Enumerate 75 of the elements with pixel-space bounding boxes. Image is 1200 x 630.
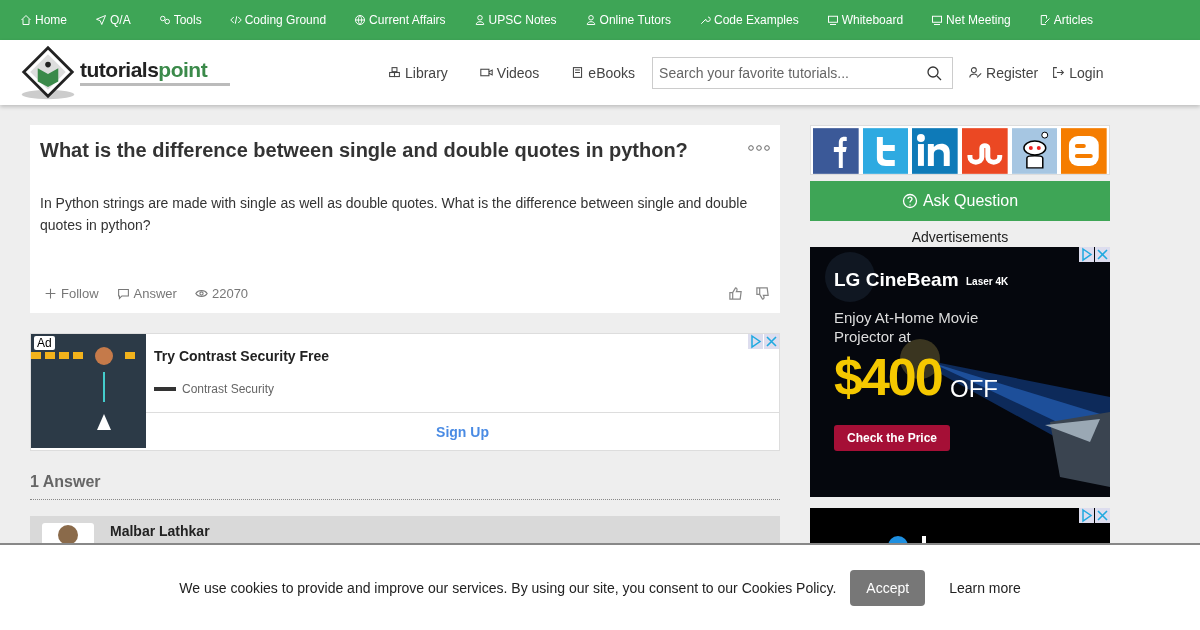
account-link[interactable]: Login xyxy=(1052,64,1104,81)
advertiser-logo-icon xyxy=(154,387,176,391)
logo-wordmark[interactable]: tutorialspoint xyxy=(80,58,230,82)
nav-link[interactable]: Current Affairs xyxy=(354,13,446,27)
pencil-icon xyxy=(1038,14,1051,26)
sign-up-link[interactable]: Sign Up xyxy=(146,413,779,450)
thumbs-up-icon xyxy=(728,286,743,301)
advertisements-label: Advertisements xyxy=(910,229,1010,245)
globe-icon xyxy=(354,14,367,26)
question-icon xyxy=(901,193,918,209)
header-link[interactable]: eBooks xyxy=(571,64,636,81)
nav-link[interactable]: Coding Ground xyxy=(229,13,327,27)
question-action[interactable]: Answer xyxy=(116,286,177,301)
ad-brand-subtitle: Laser 4K xyxy=(966,276,1009,287)
header-link[interactable]: Library xyxy=(388,64,448,81)
search-field[interactable]: Search your favorite tutorials... xyxy=(652,56,954,89)
view-count: 22070 xyxy=(194,286,249,301)
monitor-icon xyxy=(826,14,839,26)
check-price-button[interactable]: Check the Price xyxy=(834,425,951,451)
nav-link[interactable]: Whiteboard xyxy=(826,13,904,27)
nav-link[interactable]: Q/A xyxy=(95,13,131,27)
ad-info-icon[interactable] xyxy=(748,334,763,349)
ad-info-icon[interactable] xyxy=(1079,508,1094,523)
paper-plane-icon xyxy=(95,14,107,26)
more-icon[interactable] xyxy=(748,145,770,151)
person-icon xyxy=(584,14,597,26)
nav-link[interactable]: Home xyxy=(20,13,67,27)
thumbs-down-icon xyxy=(755,286,770,301)
person-icon xyxy=(473,14,486,26)
question-action[interactable]: Follow xyxy=(44,286,99,301)
question-body: In Python strings are made with single as well as double quotes. What is the difference between single and double quotes in python? xyxy=(40,194,749,235)
nav-link[interactable]: UPSC Notes xyxy=(473,13,557,27)
answers-heading: 1 Answer xyxy=(30,473,780,500)
facebook-icon[interactable] xyxy=(813,128,859,174)
close-icon[interactable] xyxy=(1095,247,1110,262)
advertiser-name: Contrast Security xyxy=(182,382,275,396)
ad-title[interactable]: Try Contrast Security Free xyxy=(154,348,771,364)
video-camera-icon xyxy=(479,66,493,79)
monitor-icon xyxy=(931,14,944,26)
home-icon xyxy=(20,14,32,26)
linkedin-icon[interactable] xyxy=(912,128,958,174)
user-pen-icon xyxy=(969,66,983,79)
reddit-icon[interactable] xyxy=(1011,128,1058,174)
stumbleupon-icon[interactable] xyxy=(962,128,1008,174)
ad-price-suffix: OFF xyxy=(950,375,998,403)
ad-tagline: Enjoy At-Home Movie Projector at xyxy=(834,308,980,346)
nav-link[interactable]: Online Tutors xyxy=(584,13,671,27)
header-link[interactable]: Videos xyxy=(479,64,540,81)
eye-icon xyxy=(194,287,208,300)
code-icon xyxy=(229,14,242,26)
ad-badge: Ad xyxy=(34,336,55,350)
cookie-message: We use cookies to provide and improve our services. By using our site, you consent to our Cookies Policy. xyxy=(179,579,837,596)
boxes-icon xyxy=(388,66,401,79)
accept-button[interactable]: Accept xyxy=(850,569,926,606)
author-name[interactable]: Malbar Lathkar xyxy=(110,523,210,539)
question-title: What is the difference between single and double quotes in python? xyxy=(40,139,688,162)
nav-link[interactable]: Net Meeting xyxy=(931,13,1011,27)
close-icon[interactable] xyxy=(764,334,779,349)
comment-icon xyxy=(116,287,130,300)
ad-brand: LG CineBeam xyxy=(834,269,959,291)
book-icon xyxy=(571,66,585,79)
nav-link[interactable]: Code Examples xyxy=(699,13,799,27)
nav-link[interactable]: Articles xyxy=(1038,13,1094,27)
ad-info-icon[interactable] xyxy=(1079,247,1094,262)
nav-link[interactable]: Tools xyxy=(158,13,202,27)
plus-icon xyxy=(44,287,57,300)
ask-question-button[interactable]: Ask Question xyxy=(810,181,1110,221)
ad-price: $400 xyxy=(834,347,942,407)
login-icon xyxy=(1052,66,1066,79)
learn-more-link[interactable]: Learn more xyxy=(949,579,1021,596)
search-icon xyxy=(926,64,943,81)
logo-icon[interactable] xyxy=(20,43,76,102)
close-icon[interactable] xyxy=(1095,508,1110,523)
account-link[interactable]: Register xyxy=(969,64,1039,81)
ad-banner[interactable]: LG CineBeam Laser 4K Enjoy At-Home Movie Projector at $400 OFF Check the Price xyxy=(810,247,1110,497)
